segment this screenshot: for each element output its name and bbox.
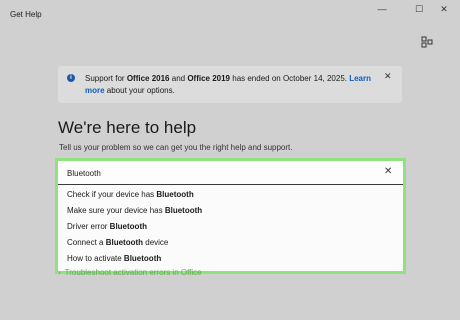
share-icon[interactable] bbox=[421, 36, 433, 48]
suggestion-item[interactable]: Connect a Bluetooth device bbox=[58, 235, 403, 251]
troubleshoot-link[interactable]: › Troubleshoot activation errors in Offic… bbox=[58, 268, 202, 277]
search-panel: ✕ Check if your device has Bluetooth Mak… bbox=[55, 158, 406, 274]
close-window-button[interactable]: ✕ bbox=[432, 2, 456, 16]
suggestion-item[interactable]: Make sure your device has Bluetooth bbox=[58, 203, 403, 219]
support-ended-banner: i Support for Office 2016 and Office 201… bbox=[58, 66, 402, 103]
banner-close-button[interactable]: ✕ bbox=[384, 71, 392, 82]
search-input[interactable] bbox=[67, 166, 367, 180]
page-subtitle: Tell us your problem so we can get you t… bbox=[59, 143, 293, 152]
troubleshoot-label: Troubleshoot activation errors in Office bbox=[64, 268, 202, 277]
minimize-button[interactable]: — bbox=[370, 2, 394, 16]
banner-message: Support for Office 2016 and Office 2019 … bbox=[85, 74, 372, 95]
maximize-icon: ☐ bbox=[414, 3, 424, 14]
title-bar: Get Help — ☐ ✕ bbox=[0, 0, 460, 30]
suggestion-item[interactable]: Driver error Bluetooth bbox=[58, 219, 403, 235]
suggestion-list: Check if your device has Bluetooth Make … bbox=[58, 187, 403, 267]
suggestion-item[interactable]: How to activate Bluetooth bbox=[58, 251, 403, 267]
suggestion-item[interactable]: Check if your device has Bluetooth bbox=[58, 187, 403, 203]
maximize-button[interactable]: ☐ bbox=[407, 2, 431, 16]
search-box: ✕ bbox=[58, 161, 403, 185]
app-title: Get Help bbox=[10, 10, 42, 19]
clear-icon[interactable]: ✕ bbox=[384, 166, 392, 177]
minimize-icon: — bbox=[377, 4, 387, 14]
info-icon: i bbox=[67, 74, 75, 82]
page-title: We're here to help bbox=[58, 118, 197, 137]
close-icon: ✕ bbox=[440, 3, 448, 14]
close-icon: ✕ bbox=[384, 71, 392, 81]
chevron-right-icon: › bbox=[58, 268, 61, 277]
